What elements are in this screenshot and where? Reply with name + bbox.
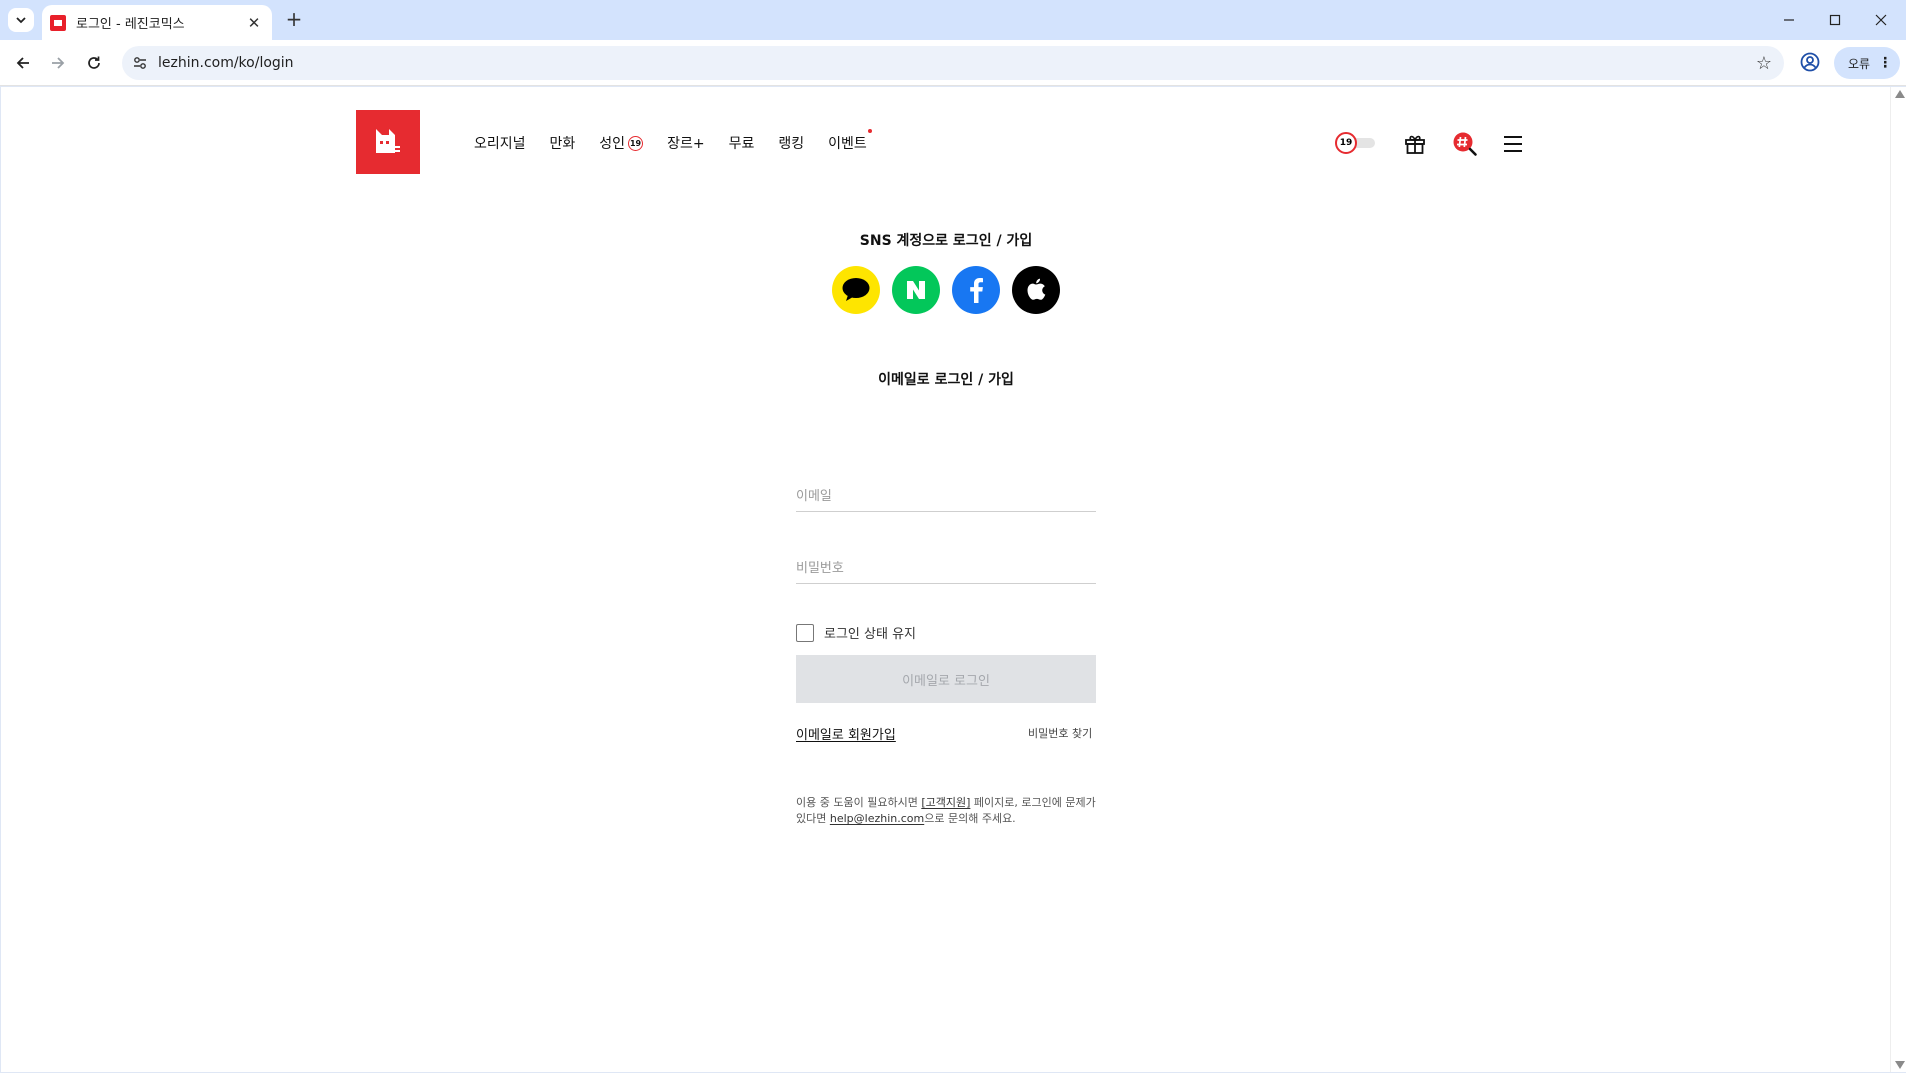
nav-ranking[interactable]: 랭킹 bbox=[778, 133, 804, 153]
more-vert-icon: ⋮ bbox=[1878, 55, 1893, 71]
facebook-f-icon bbox=[970, 278, 983, 303]
minimize-icon bbox=[1784, 19, 1794, 21]
address-bar[interactable]: lezhin.com/ko/login ☆ bbox=[122, 46, 1784, 80]
profile-error-label: 오류 bbox=[1848, 56, 1871, 71]
profile-error-chip[interactable]: 오류 ⋮ bbox=[1834, 47, 1900, 79]
customer-support-link[interactable]: [고객지원] bbox=[921, 796, 970, 809]
browser-tab-active[interactable]: 로그인 - 레진코믹스 ✕ bbox=[42, 5, 272, 40]
lezhin-logo[interactable] bbox=[356, 110, 420, 174]
tab-close-icon[interactable]: ✕ bbox=[244, 14, 264, 32]
help-email-link[interactable]: help@lezhin.com bbox=[830, 812, 924, 825]
scroll-down-arrow-icon[interactable] bbox=[1895, 1061, 1905, 1069]
nav-label: 오리지널 bbox=[474, 136, 526, 152]
lezhin-cat-logo-icon bbox=[376, 129, 400, 153]
password-field[interactable] bbox=[796, 554, 1096, 584]
nav-label: 만화 bbox=[549, 136, 576, 152]
profile-icon[interactable] bbox=[1798, 50, 1822, 74]
chevron-down-icon bbox=[16, 17, 26, 24]
kakao-login-button[interactable] bbox=[832, 266, 880, 314]
keep-login-label[interactable]: 로그인 상태 유지 bbox=[824, 623, 916, 642]
adult-content-toggle[interactable]: 19 bbox=[1335, 132, 1377, 154]
nav-adult[interactable]: 성인 19 bbox=[599, 133, 644, 153]
new-tab-button[interactable]: + bbox=[282, 8, 306, 32]
naver-n-icon bbox=[907, 281, 925, 299]
maximize-icon bbox=[1829, 14, 1841, 26]
email-login-button[interactable]: 이메일로 로그인 bbox=[796, 655, 1096, 703]
reload-icon bbox=[88, 56, 100, 69]
close-icon bbox=[1875, 14, 1887, 26]
nav-genre[interactable]: 장르+ bbox=[667, 133, 705, 153]
close-window-button[interactable] bbox=[1858, 6, 1904, 34]
nav-label: 장르+ bbox=[667, 136, 705, 152]
lezhin-favicon-icon bbox=[50, 14, 66, 31]
back-button[interactable] bbox=[9, 49, 37, 77]
nav-label: 랭킹 bbox=[778, 136, 805, 152]
nav-label: 이벤트 bbox=[828, 136, 867, 152]
toggle-knob: 19 bbox=[1335, 132, 1357, 154]
nav-label: 무료 bbox=[728, 136, 755, 152]
nav-event[interactable]: 이벤트 bbox=[828, 129, 872, 153]
new-indicator-dot bbox=[867, 129, 872, 133]
naver-login-button[interactable] bbox=[892, 266, 940, 314]
main-navigation: 오리지널 만화 성인 19 장르+ 무료 랭킹 이벤트 bbox=[474, 129, 891, 153]
menu-button[interactable] bbox=[1500, 131, 1526, 157]
reload-button[interactable] bbox=[80, 49, 108, 77]
tab-title: 로그인 - 레진코믹스 bbox=[76, 17, 185, 32]
arrow-left-icon bbox=[16, 57, 29, 69]
facebook-login-button[interactable] bbox=[952, 266, 1000, 314]
keep-login-option[interactable]: 로그인 상태 유지 bbox=[796, 623, 916, 642]
browser-tab-bar: 로그인 - 레진코믹스 ✕ + bbox=[0, 0, 1906, 40]
sns-login-buttons bbox=[832, 266, 1072, 314]
hamburger-menu-icon bbox=[1504, 136, 1522, 152]
url-text[interactable]: lezhin.com/ko/login bbox=[158, 55, 294, 71]
gift-button[interactable] bbox=[1402, 131, 1428, 157]
site-info-icon[interactable] bbox=[132, 55, 148, 71]
adult-19-badge: 19 bbox=[628, 135, 644, 151]
kakao-talk-icon bbox=[842, 278, 870, 301]
help-text-part1: 이용 중 도움이 필요하시면 bbox=[796, 796, 922, 809]
apple-login-button[interactable] bbox=[1012, 266, 1060, 314]
help-text-part3: 으로 문의해 주세요. bbox=[924, 812, 1016, 825]
email-field[interactable] bbox=[796, 482, 1096, 512]
apple-logo-icon bbox=[1027, 278, 1046, 300]
email-signup-link[interactable]: 이메일로 회원가입 bbox=[796, 724, 896, 743]
nav-original[interactable]: 오리지널 bbox=[474, 133, 526, 153]
forward-button[interactable] bbox=[44, 49, 72, 77]
nav-label: 성인 bbox=[599, 136, 626, 152]
hashtag-search-icon bbox=[1453, 132, 1477, 156]
nav-comics[interactable]: 만화 bbox=[550, 133, 576, 153]
bookmark-star-icon[interactable]: ☆ bbox=[1756, 53, 1772, 74]
keep-login-checkbox[interactable] bbox=[796, 623, 814, 642]
minimize-window-button[interactable] bbox=[1766, 6, 1812, 34]
help-notice: 이용 중 도움이 필요하시면 [고객지원] 페이지로, 로그인에 문제가 있다면… bbox=[796, 795, 1106, 827]
vertical-scrollbar[interactable] bbox=[1890, 87, 1906, 1072]
gift-icon bbox=[1405, 135, 1425, 154]
scroll-up-arrow-icon[interactable] bbox=[1895, 90, 1905, 98]
sns-login-title: SNS 계정으로 로그인 / 가입 bbox=[859, 233, 1033, 249]
email-login-title: 이메일로 로그인 / 가입 bbox=[878, 372, 1014, 388]
find-password-link[interactable]: 비밀번호 찾기 bbox=[1028, 725, 1092, 741]
nav-free[interactable]: 무료 bbox=[729, 133, 755, 153]
tab-search-button[interactable] bbox=[8, 8, 34, 32]
arrow-right-icon bbox=[52, 57, 65, 69]
page-viewport: 오리지널 만화 성인 19 장르+ 무료 랭킹 이벤트 19 SNS 계정으로 로… bbox=[1, 87, 1890, 1072]
browser-toolbar: lezhin.com/ko/login ☆ 오류 ⋮ bbox=[0, 40, 1906, 86]
maximize-window-button[interactable] bbox=[1812, 6, 1858, 34]
tag-search-button[interactable] bbox=[1452, 131, 1478, 157]
